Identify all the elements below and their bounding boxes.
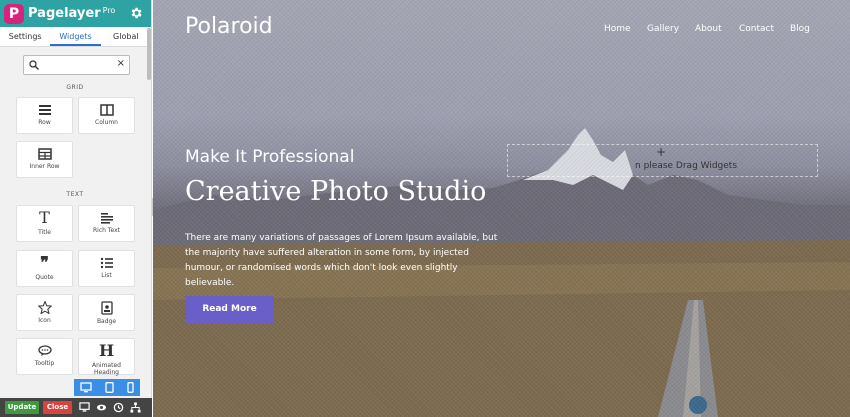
nav-home[interactable]: Home <box>604 24 631 34</box>
sidebar-header: P Pagelayer Pro <box>0 0 151 27</box>
site-title[interactable]: Polaroid <box>185 14 273 39</box>
widget-inner-row[interactable]: Inner Row <box>16 141 73 178</box>
widget-tooltip[interactable]: Tooltip <box>16 338 73 375</box>
history-icon[interactable] <box>113 402 124 413</box>
search-icon <box>29 60 39 70</box>
nav-about[interactable]: About <box>695 24 722 34</box>
inner-row-icon <box>37 148 52 160</box>
tab-widgets[interactable]: Widgets <box>50 27 101 46</box>
quote-icon: ❞ <box>40 253 49 272</box>
widget-animated-heading[interactable]: H Animated Heading <box>78 338 135 376</box>
section-title-grid: GRID <box>66 84 84 91</box>
read-more-button[interactable]: Read More <box>185 296 274 323</box>
desktop-icon[interactable] <box>80 382 92 393</box>
desktop-view-icon[interactable] <box>79 402 90 413</box>
widget-label: Inner Row <box>29 163 60 170</box>
preview-eye-icon[interactable] <box>96 402 107 413</box>
widget-badge[interactable]: Badge <box>78 294 135 331</box>
widget-label: Animated Heading <box>92 362 121 376</box>
tab-settings[interactable]: Settings <box>0 27 50 46</box>
widget-label: Badge <box>96 318 117 325</box>
nav-contact[interactable]: Contact <box>739 24 774 34</box>
rich-text-icon <box>100 213 113 224</box>
widget-label: Tooltip <box>34 360 55 367</box>
responsive-device-bar <box>74 379 140 396</box>
star-icon <box>37 301 52 314</box>
section-title-text: TEXT <box>66 191 84 198</box>
nav-blog[interactable]: Blog <box>790 24 810 34</box>
column-icon <box>99 104 114 116</box>
widget-label: Icon <box>38 317 51 324</box>
widget-label: List <box>101 272 112 279</box>
widget-list[interactable]: List <box>78 250 135 287</box>
widget-column[interactable]: Column <box>78 97 135 134</box>
sidebar-tabs: Settings Widgets Global <box>0 27 151 47</box>
navigator-icon[interactable] <box>130 402 141 413</box>
widget-label: Rich Text <box>93 227 120 234</box>
page-canvas <box>153 0 850 417</box>
title-icon: T <box>39 208 50 227</box>
widget-icon[interactable]: Icon <box>16 294 73 331</box>
nav-gallery[interactable]: Gallery <box>647 24 679 34</box>
add-widget-plus-icon[interactable]: + <box>656 145 666 159</box>
hero-tagline[interactable]: Make It Professional <box>185 147 354 167</box>
texture-overlay <box>153 0 850 417</box>
editor-sidebar: P Pagelayer Pro Settings Widgets Global … <box>0 0 152 417</box>
clear-search-icon[interactable]: × <box>117 58 125 69</box>
update-button[interactable]: Update <box>5 401 39 414</box>
badge-icon <box>100 301 113 315</box>
row-icon <box>38 105 51 115</box>
widget-label: Column <box>95 119 118 126</box>
drop-zone-hint: n please Drag Widgets <box>635 161 738 171</box>
mobile-icon[interactable] <box>126 382 134 393</box>
widget-label: Row <box>38 119 51 126</box>
close-button[interactable]: Close <box>43 401 72 414</box>
sidebar-scrollbar[interactable] <box>147 28 151 80</box>
app-name: Pagelayer <box>28 6 101 21</box>
list-icon <box>100 257 113 269</box>
widget-label: Title <box>38 229 51 236</box>
tablet-icon[interactable] <box>105 382 114 393</box>
hero-heading[interactable]: Creative Photo Studio <box>185 176 486 207</box>
pagelayer-logo: P <box>4 3 24 24</box>
widget-quote[interactable]: ❞ Quote <box>16 250 73 287</box>
widget-search-input[interactable]: × <box>23 55 130 75</box>
gear-icon[interactable] <box>129 6 143 20</box>
heading-icon: H <box>98 341 115 360</box>
widget-label: Quote <box>35 274 54 281</box>
widget-title[interactable]: T Title <box>16 205 73 242</box>
widget-row[interactable]: Row <box>16 97 73 134</box>
hero-description[interactable]: There are many variations of passages of… <box>185 231 500 291</box>
tab-global[interactable]: Global <box>101 27 151 46</box>
pro-badge: Pro <box>102 5 116 15</box>
widget-rich-text[interactable]: Rich Text <box>78 205 135 242</box>
tooltip-icon <box>37 345 52 356</box>
